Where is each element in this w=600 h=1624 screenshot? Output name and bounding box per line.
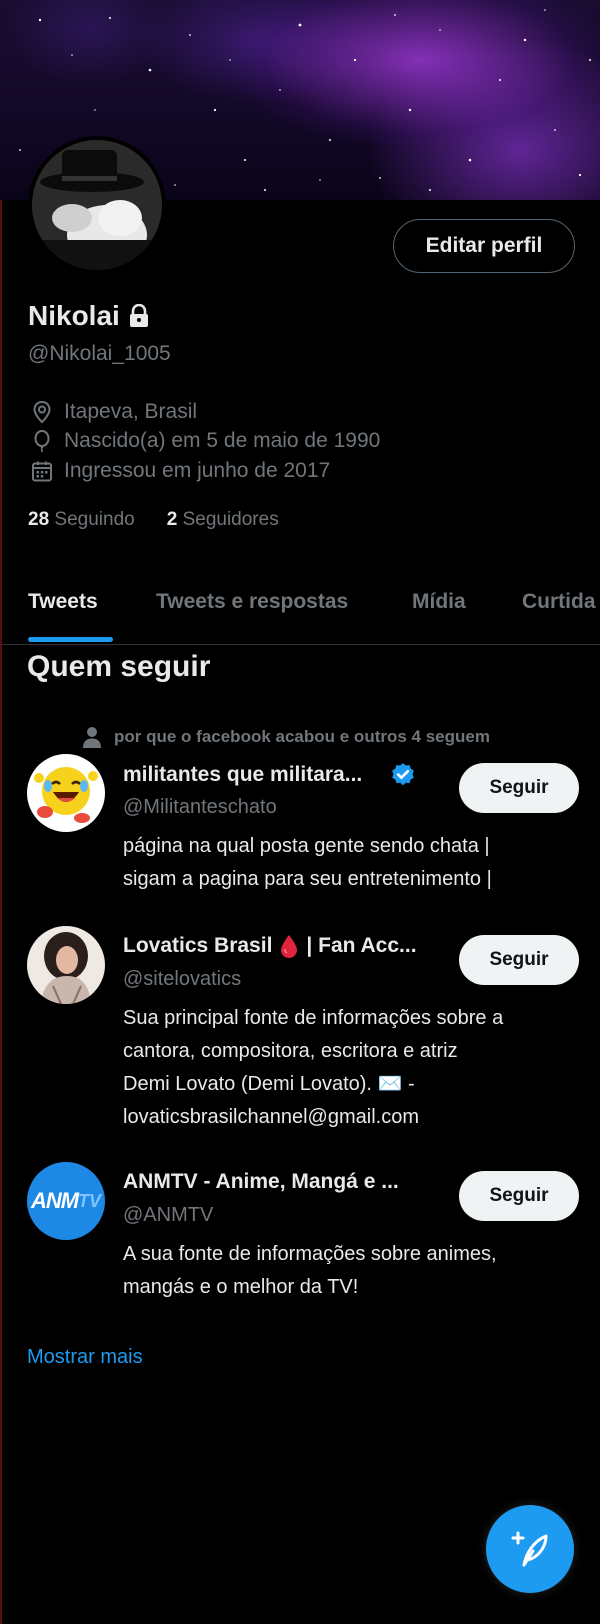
anmtv-logo-text-tv: TV xyxy=(78,1190,102,1211)
bio-line: Demi Lovato (Demi Lovato). ✉️ - xyxy=(123,1073,415,1095)
blood-drop-icon xyxy=(281,935,298,958)
user-bio: página na qual posta gente sendo chata |… xyxy=(123,830,583,896)
compose-tweet-icon xyxy=(511,1531,548,1567)
user-name-suffix: | Fan Acc... xyxy=(306,934,417,957)
anmtv-logo-text: ANM xyxy=(30,1188,79,1213)
follow-button[interactable]: Seguir xyxy=(459,935,579,985)
social-context-text: por que o facebook acabou e outros 4 seg… xyxy=(114,727,490,746)
avatar-image xyxy=(32,140,162,270)
user-handle: @ANMTV xyxy=(123,1204,214,1226)
bio-line: cantora, compositora, escritora e atriz xyxy=(123,1040,458,1062)
show-more-link[interactable]: Mostrar mais xyxy=(27,1346,143,1369)
bio-line: mangás e o melhor da TV! xyxy=(123,1276,359,1298)
calendar-icon xyxy=(32,461,52,482)
left-edge-line xyxy=(0,0,2,1624)
user-bio: A sua fonte de informações sobre animes,… xyxy=(123,1238,583,1304)
social-context: por que o facebook acabou e outros 4 seg… xyxy=(82,726,490,748)
tab-media[interactable]: Mídia xyxy=(412,590,466,614)
compose-tweet-button[interactable] xyxy=(486,1505,574,1593)
lock-icon xyxy=(129,304,148,327)
profile-name-row: Nikolai xyxy=(28,300,150,332)
bio-line: Sua principal fonte de informações sobre… xyxy=(123,1007,504,1029)
followers-count: 2 xyxy=(166,509,178,530)
user-bio: Sua principal fonte de informações sobre… xyxy=(123,1002,583,1134)
profile-joined: Ingressou em junho de 2017 xyxy=(30,459,330,483)
joined-text: Ingressou em junho de 2017 xyxy=(64,459,331,482)
profile-tabs: Tweets Tweets e respostas Mídia Curtida xyxy=(0,560,600,644)
bio-line: página na qual posta gente sendo chata | xyxy=(123,835,490,857)
laughing-emoji-avatar xyxy=(27,754,105,832)
bio-line: lovaticsbrasilchannel@gmail.com xyxy=(123,1106,419,1128)
user-name[interactable]: militantes que militara... xyxy=(123,762,416,788)
edit-profile-button[interactable]: Editar perfil xyxy=(393,219,575,273)
profile-birthday: Nascido(a) em 5 de maio de 1990 xyxy=(30,429,380,453)
who-to-follow-title: Quem seguir xyxy=(27,650,211,683)
tab-tweets-and-replies[interactable]: Tweets e respostas xyxy=(156,590,348,614)
following-label: Seguindo xyxy=(54,509,135,530)
follow-button[interactable]: Seguir xyxy=(459,1171,579,1221)
profile-location: Itapeva, Brasil xyxy=(30,400,197,424)
user-handle: @sitelovatics xyxy=(123,968,242,990)
followers-label: Seguidores xyxy=(182,509,279,530)
tab-tweets[interactable]: Tweets xyxy=(28,590,98,614)
user-name-text: militantes que militara... xyxy=(123,763,363,786)
user-avatar[interactable] xyxy=(27,754,105,832)
profile-name: Nikolai xyxy=(28,300,120,331)
followers-link[interactable]: 2 Seguidores xyxy=(167,509,279,531)
profile-avatar[interactable] xyxy=(28,136,166,274)
portrait-avatar xyxy=(27,926,105,1004)
tabs-divider xyxy=(0,644,600,645)
user-name[interactable]: ANMTV - Anime, Mangá e ... xyxy=(123,1170,399,1194)
verified-badge-icon xyxy=(392,763,415,786)
bio-line: A sua fonte de informações sobre animes, xyxy=(123,1243,497,1265)
active-tab-indicator xyxy=(28,637,113,642)
location-text: Itapeva, Brasil xyxy=(64,400,198,423)
bio-line: sigam a pagina para seu entretenimento | xyxy=(123,868,492,890)
user-name-text: Lovatics Brasil xyxy=(123,934,273,957)
follow-stats: 28 Seguindo 2 Seguidores xyxy=(28,509,279,531)
profile-handle: @Nikolai_1005 xyxy=(28,342,171,365)
following-count: 28 xyxy=(28,509,50,530)
tab-likes[interactable]: Curtida xyxy=(522,590,596,614)
location-pin-icon xyxy=(33,400,51,424)
user-name-text: ANMTV - Anime, Mangá e ... xyxy=(123,1170,399,1193)
birthday-text: Nascido(a) em 5 de maio de 1990 xyxy=(64,429,381,452)
person-icon xyxy=(83,727,101,748)
follow-button[interactable]: Seguir xyxy=(459,763,579,813)
following-link[interactable]: 28 Seguindo xyxy=(28,509,135,531)
user-avatar[interactable] xyxy=(27,926,105,1004)
balloon-icon xyxy=(34,430,50,453)
user-handle: @Militanteschato xyxy=(123,796,277,818)
user-name[interactable]: Lovatics Brasil | Fan Acc... xyxy=(123,934,417,958)
user-avatar[interactable]: ANM TV xyxy=(27,1162,105,1240)
